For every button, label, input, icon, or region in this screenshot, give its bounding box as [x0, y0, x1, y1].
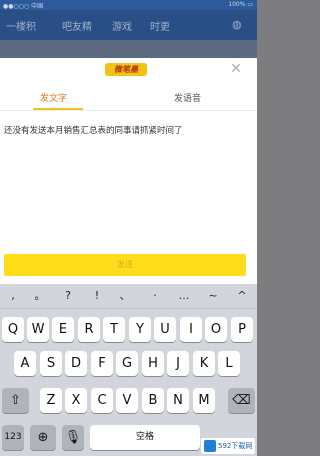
- brand-logo: 微笔墨: [105, 63, 147, 76]
- punct-key[interactable]: !: [88, 288, 106, 304]
- watermark-icon: [204, 440, 216, 452]
- punct-key[interactable]: ,: [4, 288, 22, 304]
- divider: [0, 110, 257, 111]
- send-button[interactable]: 发送: [4, 254, 246, 276]
- background-nav: 一楼积 吧友精 游戏 时更 ◍: [0, 10, 257, 40]
- key[interactable]: T: [103, 317, 125, 342]
- key[interactable]: Q: [2, 317, 24, 342]
- key[interactable]: L: [218, 351, 240, 376]
- key[interactable]: I: [180, 317, 202, 342]
- tab-send-voice[interactable]: 发语音: [174, 91, 201, 104]
- microphone-icon[interactable]: 🎙: [62, 425, 84, 450]
- key[interactable]: C: [91, 388, 113, 413]
- key[interactable]: J: [167, 351, 189, 376]
- key[interactable]: R: [78, 317, 100, 342]
- punct-key[interactable]: ·: [146, 288, 164, 304]
- key[interactable]: V: [116, 388, 138, 413]
- key[interactable]: U: [154, 317, 176, 342]
- key[interactable]: M: [193, 388, 215, 413]
- key[interactable]: H: [142, 351, 164, 376]
- compose-sheet: 微笔墨 ✕ 发文字 发语音 还没有发送本月销售汇总表的同事请抓紧时间了 发送: [0, 58, 257, 284]
- bg-nav-item: 时更: [150, 22, 170, 33]
- punctuation-bar: , 。 ? ! 、 · … ~ ^: [0, 284, 257, 309]
- key[interactable]: G: [116, 351, 138, 376]
- shift-icon[interactable]: ⇧: [2, 388, 29, 413]
- numbers-key[interactable]: 123: [2, 425, 24, 450]
- punct-key[interactable]: ?: [59, 288, 77, 304]
- key[interactable]: N: [167, 388, 189, 413]
- battery-indicator: 100% ▭: [228, 1, 253, 8]
- key[interactable]: W: [27, 317, 49, 342]
- bg-nav-item: 吧友精: [62, 22, 92, 33]
- message-input[interactable]: 还没有发送本月销售汇总表的同事请抓紧时间了: [4, 124, 254, 136]
- punct-key[interactable]: 。: [31, 288, 49, 304]
- bg-nav-item: 游戏: [112, 22, 132, 33]
- key[interactable]: K: [193, 351, 215, 376]
- bg-nav-item: 一楼积: [6, 22, 36, 33]
- key[interactable]: Z: [40, 388, 62, 413]
- punct-key[interactable]: …: [175, 288, 193, 304]
- key[interactable]: D: [65, 351, 87, 376]
- key[interactable]: S: [40, 351, 62, 376]
- punct-key[interactable]: ~: [204, 288, 222, 304]
- close-icon[interactable]: ✕: [229, 62, 243, 76]
- key[interactable]: B: [142, 388, 164, 413]
- carrier-signal: ●●○○○ 中国: [3, 3, 44, 10]
- key[interactable]: O: [205, 317, 227, 342]
- key[interactable]: A: [14, 351, 36, 376]
- status-bar: ●●○○○ 中国 100% ▭: [0, 0, 257, 10]
- tab-send-text[interactable]: 发文字: [40, 91, 67, 104]
- key[interactable]: Y: [129, 317, 151, 342]
- delete-icon[interactable]: ⌫: [228, 388, 255, 413]
- key[interactable]: F: [91, 351, 113, 376]
- key[interactable]: X: [65, 388, 87, 413]
- watermark-logo: 592下载网: [201, 438, 255, 454]
- user-icon: ◍: [232, 18, 242, 31]
- key[interactable]: P: [231, 317, 253, 342]
- background-strip: [0, 40, 257, 58]
- key[interactable]: E: [52, 317, 74, 342]
- punct-key[interactable]: ^: [233, 288, 251, 304]
- space-key[interactable]: 空格: [90, 425, 200, 450]
- watermark-text: 592下载网: [218, 442, 253, 450]
- keyboard: , 。 ? ! 、 · … ~ ^ Q W E R T Y U I O P A …: [0, 284, 257, 456]
- globe-icon[interactable]: ⊕: [30, 425, 56, 450]
- punct-key[interactable]: 、: [116, 288, 134, 304]
